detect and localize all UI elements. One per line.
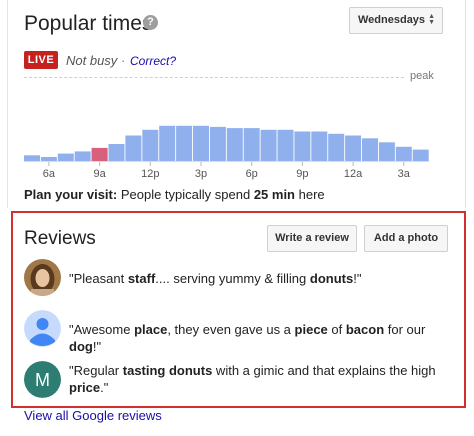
help-icon[interactable]: ? — [143, 15, 158, 30]
chart-bar — [345, 135, 362, 161]
chart-bar — [108, 144, 125, 161]
correct-link[interactable]: Correct? — [130, 54, 176, 68]
review-fragment: !" — [353, 271, 362, 286]
chart-tick-label: 9a — [93, 168, 106, 180]
reviews-title: Reviews — [24, 228, 96, 249]
chart-bar — [176, 125, 193, 161]
review-fragment: for our — [384, 322, 426, 337]
chart-bar — [311, 131, 328, 161]
review-keyword: price — [69, 380, 101, 395]
review-fragment: , they even gave us a — [167, 322, 295, 337]
review-text-1: "Pleasant staff.... serving yummy & fill… — [69, 270, 454, 287]
chart-tick-label: 3p — [195, 168, 207, 180]
review-fragment: of — [327, 322, 346, 337]
review-keyword: place — [134, 322, 168, 337]
plan-text-post: here — [298, 187, 325, 202]
review-fragment: "Awesome — [69, 322, 135, 337]
reviewer-avatar-3: M — [24, 361, 61, 398]
live-status: Not busy — [66, 53, 118, 68]
chart-bar — [57, 153, 74, 161]
chart-tick-label: 12p — [141, 168, 159, 180]
chart-bar — [362, 138, 378, 161]
review-text-2: "Awesome place, they even gave us a piec… — [69, 321, 454, 355]
chart-bar — [209, 126, 226, 161]
review-keyword: staff — [127, 271, 156, 286]
plan-label: Plan your visit: — [24, 187, 118, 202]
chart-bar — [193, 125, 209, 161]
chart-bar — [159, 125, 176, 161]
review-fragment: with a gimic and that explains the high — [212, 363, 436, 378]
chart-bar — [328, 133, 345, 161]
review-keyword: bacon — [345, 322, 385, 337]
plan-your-visit: Plan your visit: People typically spend … — [24, 187, 325, 202]
day-select[interactable]: Wednesdays ▲ ▼ — [349, 7, 443, 34]
reviewer-avatar-2 — [24, 310, 61, 347]
view-all-reviews-link[interactable]: View all Google reviews — [24, 408, 162, 423]
chart-bar — [74, 151, 91, 161]
review-fragment: ." — [100, 380, 109, 395]
popular-times-chart: 6a 9a 12p 3p 6p 9p 12a 3a — [24, 125, 429, 180]
chart-bar — [142, 129, 159, 161]
card-right-border — [465, 0, 466, 208]
chart-bar — [243, 128, 260, 161]
reviewer-avatar-1 — [24, 259, 61, 296]
select-arrows-icon: ▲ ▼ — [428, 13, 435, 26]
review-keyword: piece — [294, 322, 328, 337]
chart-tick-label: 6p — [246, 168, 258, 180]
chart-bar — [395, 146, 412, 161]
popular-times-title: Popular times — [24, 12, 153, 35]
chart-bar — [378, 142, 395, 161]
chart-bar — [24, 155, 40, 161]
peak-line — [24, 77, 404, 78]
review-fragment: .... serving yummy & filling — [155, 271, 310, 286]
chart-bar — [40, 157, 57, 161]
live-separator: · — [121, 53, 126, 68]
plan-text-pre: People typically spend — [120, 187, 251, 202]
peak-label: peak — [410, 70, 434, 82]
chart-tick-label: 12a — [344, 168, 363, 180]
review-fragment: !" — [92, 339, 102, 354]
avatar-letter: M — [35, 370, 50, 390]
day-select-value: Wednesdays — [358, 14, 426, 26]
review-keyword: donuts — [309, 271, 354, 286]
chart-tick-label: 9p — [296, 168, 308, 180]
chart-live-bar — [91, 147, 108, 161]
chart-bar — [226, 128, 243, 161]
review-text-3: "Regular tasting donuts with a gimic and… — [69, 362, 454, 396]
chart-bar — [125, 135, 142, 161]
write-review-button[interactable]: Write a review — [267, 225, 357, 252]
review-fragment: "Pleasant — [69, 271, 128, 286]
chart-tick-label: 6a — [43, 168, 56, 180]
chart-bar — [260, 129, 277, 161]
review-keyword: dog — [69, 339, 93, 354]
add-photo-button[interactable]: Add a photo — [364, 225, 448, 252]
person-placeholder-icon — [24, 310, 61, 347]
chart-bar — [277, 129, 294, 161]
chart-bar — [294, 131, 311, 161]
review-fragment: "Regular — [69, 363, 123, 378]
chart-bar — [412, 149, 429, 161]
live-badge: LIVE — [24, 51, 58, 69]
chart-tick-label: 3a — [398, 168, 411, 180]
plan-duration: 25 min — [253, 187, 295, 202]
card-left-border — [7, 0, 8, 208]
review-keyword: tasting donuts — [122, 363, 213, 378]
